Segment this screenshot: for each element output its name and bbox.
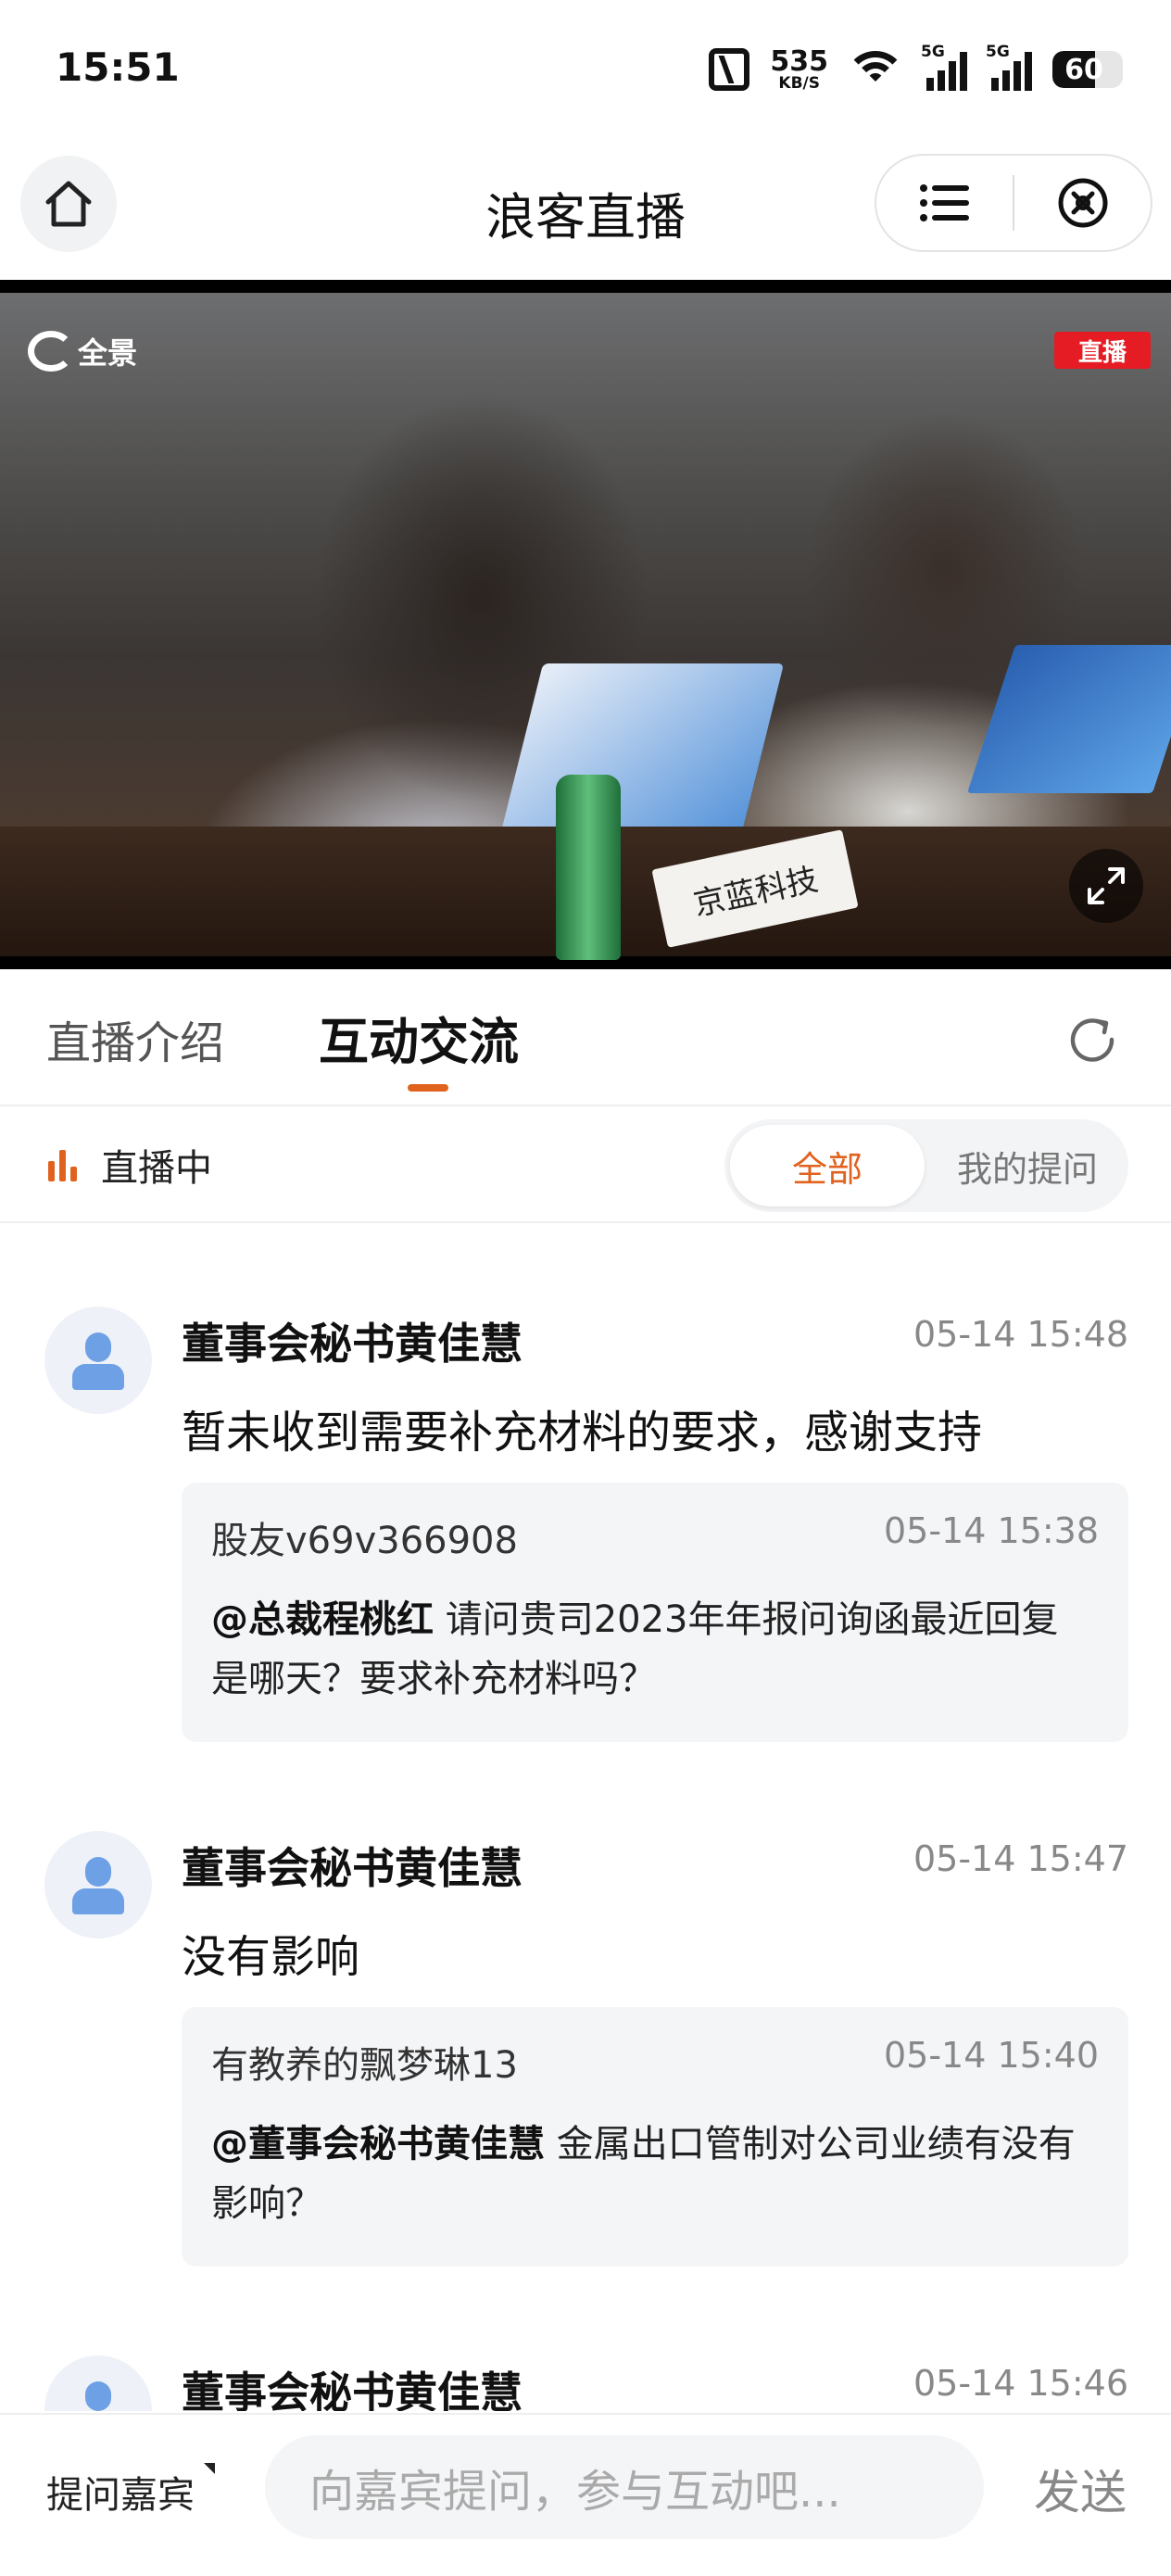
answer-time: 05-14 15:47: [913, 1838, 1128, 1879]
question-filter: 全部 我的提问: [724, 1119, 1128, 1212]
qa-item: 董事会秘书黄佳慧 05-14 15:48 暂未收到需要补充材料的要求，感谢支持 …: [0, 1225, 1171, 1744]
filter-row: 直播中 全部 我的提问: [0, 1108, 1171, 1223]
ask-guest-selector[interactable]: 提问嘉宾: [46, 2465, 195, 2519]
mini-program-capsule: [875, 154, 1152, 252]
live-bars-icon: [48, 1148, 77, 1181]
brand-logo: 全景: [28, 330, 137, 373]
filter-my-questions-button[interactable]: 我的提问: [932, 1125, 1123, 1206]
brand-logo-text: 全景: [78, 335, 138, 371]
fullscreen-icon: [1088, 867, 1125, 904]
qa-item: 董事会秘书黄佳慧 05-14 15:46: [0, 2274, 1171, 2411]
answer-author: 董事会秘书黄佳慧: [182, 2368, 523, 2411]
list-icon: [919, 184, 969, 221]
question-mention: @总裁程桃红: [211, 1598, 434, 1641]
network-speed-unit: KB/S: [778, 73, 820, 93]
battery-icon: 60: [1052, 51, 1123, 88]
qa-item: 董事会秘书黄佳慧 05-14 15:47 没有影响 有教养的飘梦琳13 05-1…: [0, 1749, 1171, 2268]
question-user: 有教养的飘梦琳13: [211, 2044, 518, 2087]
active-tab-indicator: [408, 1084, 448, 1092]
avatar-body: [72, 1364, 124, 1390]
avatar-body: [72, 1888, 124, 1914]
avatar: [44, 2355, 152, 2411]
question-text: @董事会秘书黄佳慧 金属出口管制对公司业绩有没有影响？: [211, 2115, 1091, 2233]
status-icons: 535 KB/S 5G 5G 60: [709, 43, 1123, 96]
avatar: [44, 1831, 152, 1938]
close-circle-icon: [1058, 178, 1107, 228]
live-status: 直播中: [48, 1138, 212, 1192]
answer-text: 没有影响: [182, 1931, 360, 1983]
title-bar: 浪客直播: [0, 139, 1171, 278]
answer-author: 董事会秘书黄佳慧: [182, 1319, 523, 1369]
dropdown-corner-icon: [204, 2463, 215, 2474]
live-status-text: 直播中: [101, 1147, 212, 1190]
question-mention: @董事会秘书黄佳慧: [211, 2123, 545, 2166]
answer-time: 05-14 15:46: [913, 2363, 1128, 2404]
status-time: 15:51: [56, 44, 180, 90]
status-bar: 15:51 535 KB/S 5G 5G 60: [0, 0, 1171, 139]
network-speed-value: 535: [770, 44, 828, 78]
question-time: 05-14 15:40: [883, 2035, 1099, 2076]
signal-icon-1: 5G: [921, 43, 967, 91]
question-input[interactable]: 向嘉宾提问，参与互动吧...: [265, 2435, 984, 2539]
signal-icon-2: 5G: [986, 43, 1032, 91]
avatar: [44, 1307, 152, 1414]
live-badge: 直播: [1054, 332, 1151, 369]
quoted-question: 股友v69v366908 05-14 15:38 @总裁程桃红 请问贵司2023…: [182, 1483, 1128, 1742]
avatar-head: [85, 1332, 111, 1362]
tab-interaction[interactable]: 互动交流: [319, 1001, 519, 1074]
video-frame: 京蓝科技 全景 直播: [0, 293, 1171, 960]
question-time: 05-14 15:38: [883, 1510, 1099, 1551]
refresh-button[interactable]: [1064, 1012, 1123, 1071]
content-tabs: 直播介绍 互动交流: [0, 969, 1171, 1106]
avatar-head: [85, 1857, 111, 1887]
send-button[interactable]: 发送: [1034, 2456, 1127, 2522]
quoted-question: 有教养的飘梦琳13 05-14 15:40 @董事会秘书黄佳慧 金属出口管制对公…: [182, 2007, 1128, 2267]
fullscreen-button[interactable]: [1069, 849, 1143, 923]
bottom-input-bar: 提问嘉宾 向嘉宾提问，参与互动吧... 发送: [0, 2413, 1171, 2576]
battery-level: 60: [1064, 53, 1103, 86]
question-user: 股友v69v366908: [211, 1520, 518, 1562]
answer-text: 暂未收到需要补充材料的要求，感谢支持: [182, 1407, 983, 1458]
signal-1-label: 5G: [921, 43, 945, 61]
network-speed: 535 KB/S: [770, 44, 828, 93]
avatar-head: [85, 2381, 111, 2411]
tab-live-intro[interactable]: 直播介绍: [46, 1006, 224, 1071]
menu-button[interactable]: [876, 156, 1013, 250]
brand-logo-icon: [28, 331, 74, 372]
filter-all-button[interactable]: 全部: [730, 1125, 925, 1206]
signal-2-label: 5G: [986, 43, 1010, 61]
video-nameplate-text: 京蓝科技: [690, 860, 822, 924]
video-laptop-screen-right: [967, 645, 1171, 793]
wifi-icon: [849, 49, 902, 90]
nfc-icon: [709, 48, 750, 91]
question-text: @总裁程桃红 请问贵司2023年年报问询函最近回复是哪天？要求补充材料吗？: [211, 1590, 1091, 1709]
refresh-icon: [1070, 1018, 1114, 1062]
qa-feed[interactable]: 董事会秘书黄佳慧 05-14 15:48 暂未收到需要补充材料的要求，感谢支持 …: [0, 1225, 1171, 2411]
answer-time: 05-14 15:48: [913, 1314, 1128, 1355]
close-button[interactable]: [1014, 156, 1151, 250]
live-video-player[interactable]: 京蓝科技 全景 直播: [0, 280, 1171, 969]
video-water-bottle: [556, 775, 621, 960]
answer-author: 董事会秘书黄佳慧: [182, 1843, 523, 1893]
